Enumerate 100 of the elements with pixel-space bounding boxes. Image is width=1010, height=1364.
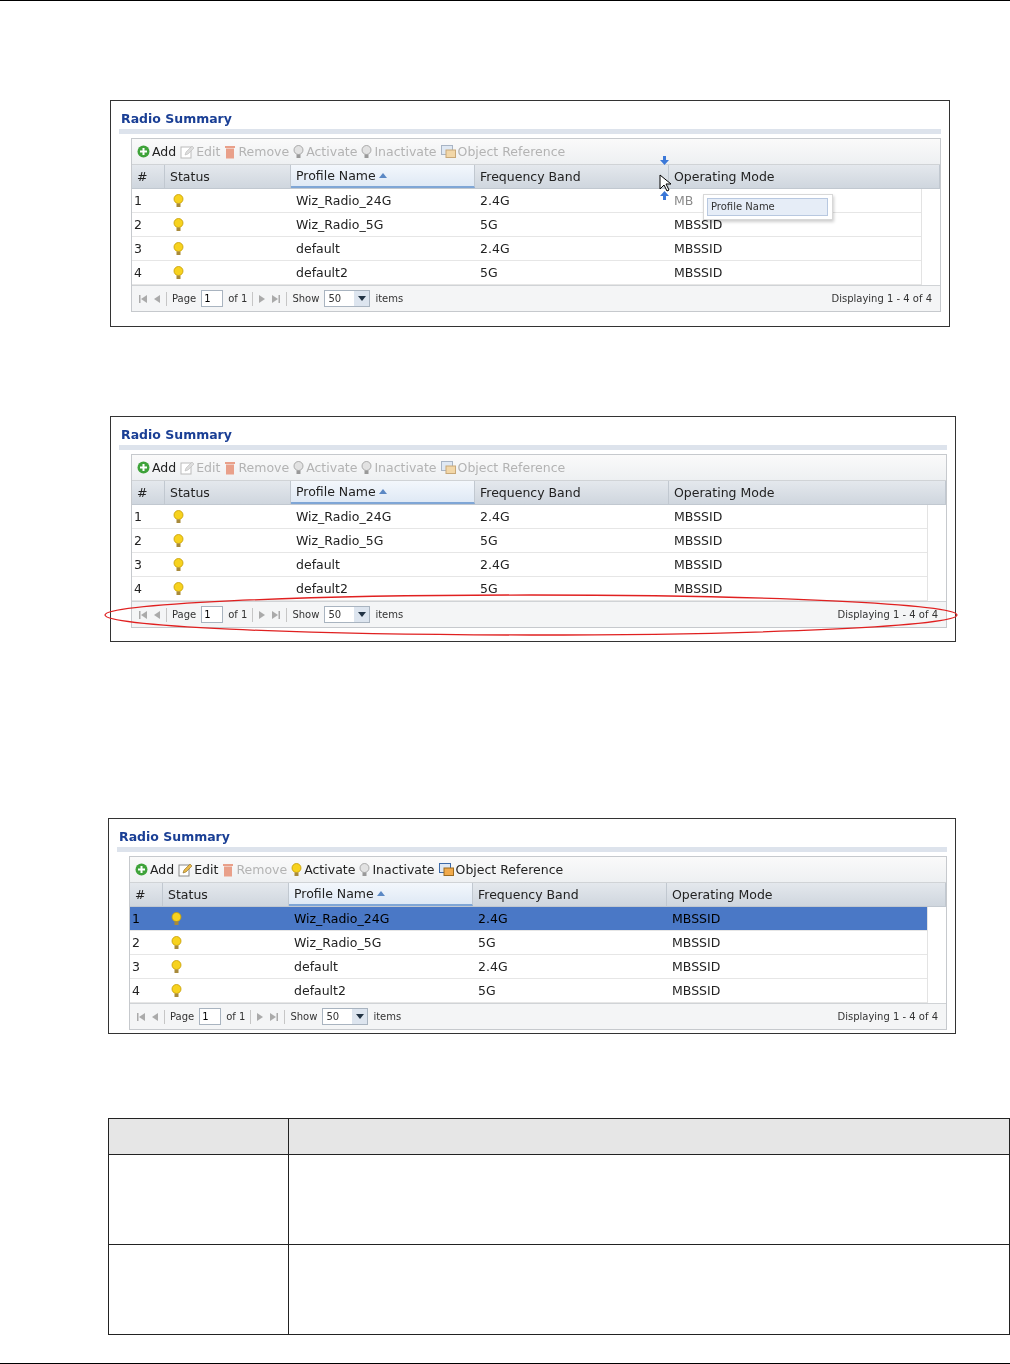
table-cell: MBSSID [672,983,721,998]
table-cell-text: 3 [133,556,143,574]
status-bulb-icon [173,533,184,548]
column-header[interactable]: Frequency Band [473,883,667,906]
table-cell-text: 2.4G [477,910,509,928]
table-cell-text: Wiz_Radio_24G [295,508,393,526]
table-cell-text: 3 [131,958,141,976]
items-label: items [375,293,404,304]
bulb-icon [359,862,371,877]
page-field[interactable]: 1 [201,606,224,623]
page-label: Page [170,1011,195,1022]
page-size-select[interactable]: 50 [324,290,371,307]
table-cell-text: default2 [295,580,349,598]
page-field[interactable]: 1 [201,290,224,307]
table-cell-text: 2.4G [477,958,509,976]
table-cell-text: 1 [133,508,143,526]
previous-page-icon[interactable] [153,293,161,304]
last-page-icon[interactable] [269,1011,280,1022]
table-cell-text: 1 [131,910,141,928]
table-cell: MBSSID [674,557,723,572]
table-cell: MBSSID [674,217,723,232]
table-cell-text: 4 [133,580,143,598]
first-page-icon[interactable] [138,293,148,304]
bulb-icon [361,144,373,159]
add-icon [137,461,150,474]
table-cell-text: 5G [479,264,499,282]
column-header[interactable]: # [132,481,165,504]
page-count: of 1 [228,609,248,620]
previous-page-icon[interactable] [151,1011,159,1022]
table-cell: MBSSID [672,911,721,926]
table-cell-text: 4 [133,264,143,282]
items-label: items [375,609,404,620]
next-page-icon[interactable] [258,609,267,620]
next-page-icon[interactable] [258,293,267,304]
status-bulb-icon [173,217,184,232]
add-icon [135,863,148,876]
add-icon [137,145,150,158]
table-cell: MBSSID [674,241,723,256]
column-header[interactable]: Operating Mode [667,883,946,906]
status-bulb-icon [173,557,184,572]
status-bulb-icon [171,983,182,998]
toolbar-button[interactable]: Edit [178,862,219,877]
table-cell-text: Wiz_Radio_24G [293,910,391,928]
dropdown-icon [357,612,366,617]
table-cell-text: 1 [133,192,143,210]
show-label: Show [290,1011,318,1022]
page-field[interactable]: 1 [199,1008,222,1025]
page-size-select[interactable]: 50 [324,606,371,623]
table-cell: MBSSID [672,935,721,950]
dropdown-icon [355,1014,364,1019]
table-cell-text: 2 [133,532,143,550]
status-bulb-icon [173,509,184,524]
sort-ascending-icon [378,489,387,494]
table-cell: MB [674,193,694,208]
table-cell: MBSSID [674,265,723,280]
toolbar-button[interactable]: Add [135,862,175,877]
toolbar-button[interactable]: Add [137,144,177,159]
toolbar-button[interactable]: Inactivate [359,862,435,877]
column-header[interactable]: Profile Name [291,165,475,188]
page-size-select[interactable]: 50 [322,1008,369,1025]
bulb-icon [291,862,303,877]
table-cell-text: 2 [131,934,141,952]
displaying-text: Displaying 1 - 4 of 4 [837,609,938,620]
page-label: Page [172,293,197,304]
reference-icon [440,145,456,158]
table-row[interactable]: 1 Wiz_Radio_24G 2.4G MBSSID [130,907,927,931]
show-label: Show [292,609,320,620]
sort-ascending-icon [378,173,387,178]
first-page-icon[interactable] [138,609,148,620]
toolbar-button[interactable]: Add [137,460,177,475]
column-header[interactable]: Operating Mode [669,481,946,504]
items-label: items [373,1011,402,1022]
table-cell-text: 5G [477,982,497,1000]
table-cell-text: 5G [479,532,499,550]
status-bulb-icon [173,241,184,256]
table-cell-text: Wiz_Radio_5G [295,216,385,234]
reference-icon [440,461,456,474]
column-header[interactable]: # [130,883,163,906]
next-page-icon[interactable] [256,1011,265,1022]
show-label: Show [292,293,320,304]
edit-icon [180,460,195,475]
last-page-icon[interactable] [271,609,282,620]
table-cell-text: 2.4G [479,556,511,574]
toolbar-button[interactable]: Activate [291,862,356,877]
toolbar-button[interactable]: Object Reference [438,862,564,877]
previous-page-icon[interactable] [153,609,161,620]
bulb-icon [293,144,305,159]
reference-icon [438,863,454,876]
status-bulb-icon [171,935,182,950]
first-page-icon[interactable] [136,1011,146,1022]
last-page-icon[interactable] [271,293,282,304]
column-header[interactable]: # [132,165,165,188]
column-header[interactable]: Profile Name [289,883,473,906]
table-cell-text: 5G [479,580,499,598]
drop-marker-icon [660,156,669,200]
bulb-icon [361,460,373,475]
trash-icon [224,144,237,159]
cursor-icon [659,174,671,192]
column-header[interactable]: Frequency Band [475,481,669,504]
column-header[interactable]: Profile Name [291,481,475,504]
